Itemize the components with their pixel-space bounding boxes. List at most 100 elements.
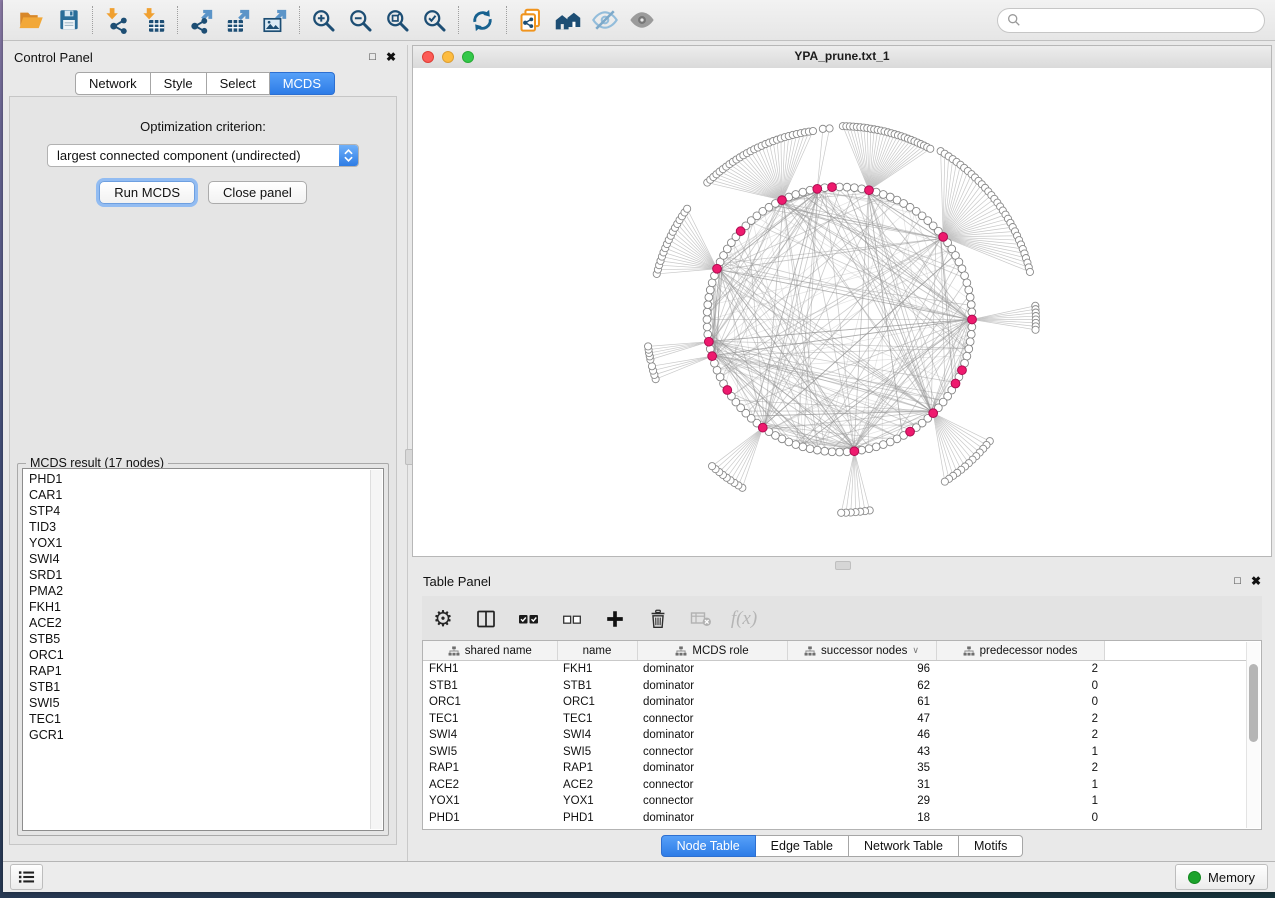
network-node[interactable] bbox=[843, 183, 851, 191]
table-cell[interactable]: ACE2 bbox=[423, 777, 557, 794]
mcds-node[interactable] bbox=[865, 186, 874, 195]
table-cell[interactable]: RAP1 bbox=[423, 760, 557, 777]
close-panel-button[interactable]: Close panel bbox=[208, 181, 307, 204]
table-cell[interactable]: dominator bbox=[637, 760, 787, 777]
table-cell[interactable]: 2 bbox=[936, 711, 1104, 728]
table-cell[interactable]: 35 bbox=[787, 760, 936, 777]
table-scrollbar[interactable] bbox=[1246, 642, 1260, 828]
mcds-result-list[interactable]: PHD1CAR1STP4TID3YOX1SWI4SRD1PMA2FKH1ACE2… bbox=[22, 468, 384, 831]
network-node[interactable] bbox=[963, 279, 971, 287]
mcds-node[interactable] bbox=[758, 423, 767, 432]
table-cell[interactable]: ORC1 bbox=[557, 694, 637, 711]
close-panel-icon[interactable]: ✖ bbox=[386, 51, 396, 63]
table-cell[interactable]: PHD1 bbox=[423, 810, 557, 827]
mcds-list-scrollbar[interactable] bbox=[370, 470, 382, 829]
table-cell[interactable]: 2 bbox=[936, 760, 1104, 777]
table-cell[interactable]: RAP1 bbox=[557, 760, 637, 777]
network-node[interactable] bbox=[799, 188, 807, 196]
table-cell[interactable]: 1 bbox=[936, 777, 1104, 794]
network-node[interactable] bbox=[648, 363, 655, 370]
network-node[interactable] bbox=[927, 145, 934, 152]
network-node[interactable] bbox=[1032, 326, 1039, 333]
network-node[interactable] bbox=[967, 330, 975, 338]
table-row[interactable]: SWI5SWI5connector431 bbox=[423, 744, 1252, 761]
table-cell[interactable]: 0 bbox=[936, 810, 1104, 827]
zoom-fit-button[interactable] bbox=[379, 3, 416, 37]
table-cell[interactable]: connector bbox=[637, 744, 787, 761]
column-header-MCDS-role[interactable]: MCDS role bbox=[637, 641, 787, 661]
table-cell[interactable]: STB1 bbox=[423, 678, 557, 695]
table-cell[interactable]: 0 bbox=[936, 694, 1104, 711]
tab-node-table[interactable]: Node Table bbox=[661, 835, 756, 857]
table-row[interactable]: ORC1ORC1dominator610 bbox=[423, 694, 1252, 711]
first-neighbors-button[interactable] bbox=[549, 3, 586, 37]
network-node[interactable] bbox=[799, 443, 807, 451]
table-cell[interactable]: PHD1 bbox=[557, 810, 637, 827]
network-node[interactable] bbox=[792, 191, 800, 199]
mcds-result-item[interactable]: FKH1 bbox=[29, 599, 383, 615]
table-cell[interactable]: 43 bbox=[787, 744, 936, 761]
function-builder-button[interactable]: f(x) bbox=[731, 606, 757, 632]
mcds-node[interactable] bbox=[850, 447, 859, 456]
mcds-result-item[interactable]: ORC1 bbox=[29, 647, 383, 663]
network-node[interactable] bbox=[836, 448, 844, 456]
mcds-node[interactable] bbox=[813, 184, 822, 193]
import-network-button[interactable] bbox=[98, 3, 135, 37]
delete-table-button[interactable] bbox=[688, 606, 714, 632]
tab-mcds[interactable]: MCDS bbox=[270, 72, 335, 95]
table-cell[interactable]: STB1 bbox=[557, 678, 637, 695]
memory-button[interactable]: Memory bbox=[1175, 864, 1268, 890]
clone-network-button[interactable] bbox=[512, 3, 549, 37]
column-header-predecessor-nodes[interactable]: predecessor nodes bbox=[936, 641, 1104, 661]
network-node[interactable] bbox=[966, 338, 974, 346]
create-column-button[interactable] bbox=[602, 606, 628, 632]
tab-edge-table[interactable]: Edge Table bbox=[756, 835, 849, 857]
mcds-node[interactable] bbox=[906, 427, 915, 436]
mcds-result-item[interactable]: RAP1 bbox=[29, 663, 383, 679]
table-row[interactable]: STB1STB1dominator620 bbox=[423, 678, 1252, 695]
hide-selected-button[interactable] bbox=[586, 3, 623, 37]
tab-style[interactable]: Style bbox=[151, 72, 207, 95]
table-cell[interactable]: 2 bbox=[936, 661, 1104, 678]
tab-network-table[interactable]: Network Table bbox=[849, 835, 959, 857]
network-node[interactable] bbox=[684, 205, 691, 212]
table-row[interactable]: FKH1FKH1dominator962 bbox=[423, 661, 1252, 678]
export-table-button[interactable] bbox=[220, 3, 257, 37]
network-node[interactable] bbox=[961, 272, 969, 280]
table-cell[interactable]: FKH1 bbox=[423, 661, 557, 678]
network-node[interactable] bbox=[941, 478, 948, 485]
network-node[interactable] bbox=[813, 446, 821, 454]
table-cell[interactable]: 62 bbox=[787, 678, 936, 695]
mcds-result-item[interactable]: GCR1 bbox=[29, 727, 383, 743]
network-node[interactable] bbox=[703, 316, 711, 324]
mcds-node[interactable] bbox=[736, 227, 745, 236]
mcds-result-item[interactable]: ACE2 bbox=[29, 615, 383, 631]
mcds-result-item[interactable]: SWI5 bbox=[29, 695, 383, 711]
close-table-panel-icon[interactable]: ✖ bbox=[1251, 575, 1261, 587]
table-cell[interactable]: 18 bbox=[787, 810, 936, 827]
mcds-result-item[interactable]: STP4 bbox=[29, 503, 383, 519]
column-header-successor-nodes[interactable]: successor nodes∨ bbox=[787, 641, 936, 661]
mcds-result-item[interactable]: SRD1 bbox=[29, 567, 383, 583]
table-row[interactable]: YOX1YOX1connector291 bbox=[423, 793, 1252, 810]
network-node[interactable] bbox=[963, 352, 971, 360]
mcds-result-item[interactable]: TID3 bbox=[29, 519, 383, 535]
network-node[interactable] bbox=[838, 509, 845, 516]
table-row[interactable]: RAP1RAP1dominator352 bbox=[423, 760, 1252, 777]
table-cell[interactable]: connector bbox=[637, 793, 787, 810]
network-node[interactable] bbox=[826, 125, 833, 132]
export-image-button[interactable] bbox=[257, 3, 294, 37]
mcds-node[interactable] bbox=[828, 183, 837, 192]
table-cell[interactable]: TEC1 bbox=[557, 711, 637, 728]
table-cell[interactable]: dominator bbox=[637, 694, 787, 711]
table-cell[interactable]: 96 bbox=[787, 661, 936, 678]
network-node[interactable] bbox=[705, 293, 713, 301]
network-node[interactable] bbox=[644, 343, 651, 350]
table-cell[interactable]: SWI4 bbox=[423, 727, 557, 744]
table-row[interactable]: SWI4SWI4dominator462 bbox=[423, 727, 1252, 744]
import-table-button[interactable] bbox=[135, 3, 172, 37]
mcds-node[interactable] bbox=[951, 379, 960, 388]
mcds-result-item[interactable]: PHD1 bbox=[29, 471, 383, 487]
network-node[interactable] bbox=[821, 447, 829, 455]
zoom-selected-button[interactable] bbox=[416, 3, 453, 37]
